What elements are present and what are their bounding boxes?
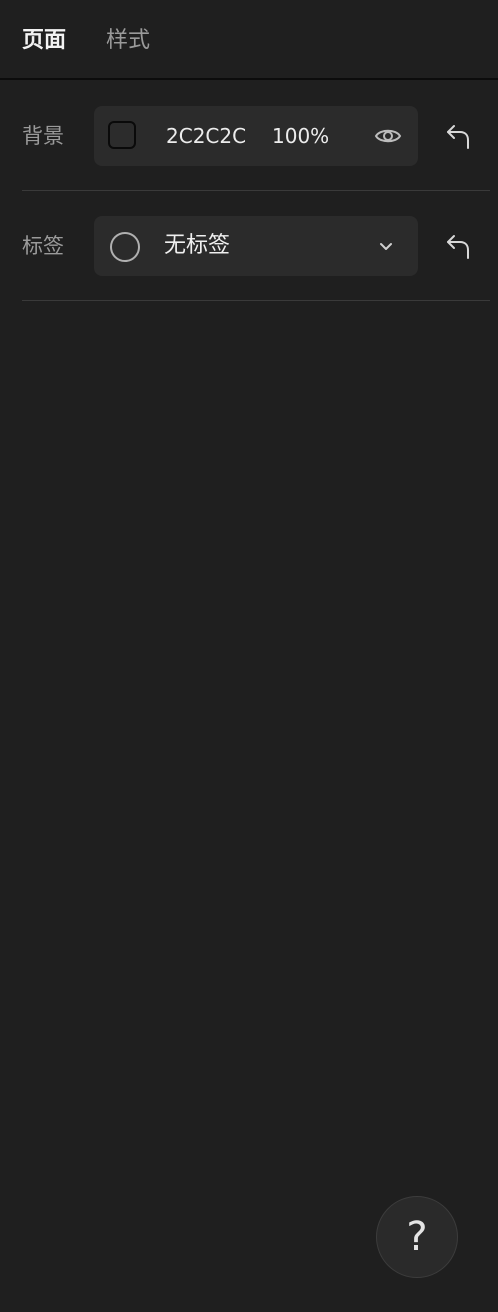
properties-panel: 页面 样式 背景 2C2C2C 100% 标签 无标签 ? [0, 0, 498, 1312]
background-color-field[interactable]: 2C2C2C 100% [94, 106, 418, 166]
background-label: 背景 [22, 124, 64, 148]
chevron-down-icon[interactable] [378, 238, 394, 254]
divider [22, 190, 490, 191]
opacity-input[interactable]: 100% [272, 106, 329, 166]
tag-row: 标签 无标签 [0, 216, 498, 326]
divider [22, 300, 490, 301]
color-hex-input[interactable]: 2C2C2C [166, 106, 260, 166]
tag-circle-icon [110, 232, 140, 262]
tag-label: 标签 [22, 234, 64, 258]
tag-value: 无标签 [164, 233, 231, 258]
tab-style[interactable]: 样式 [106, 26, 150, 56]
help-button[interactable]: ? [376, 1196, 458, 1278]
tag-reset-icon[interactable] [446, 232, 472, 260]
background-row: 背景 2C2C2C 100% [0, 106, 498, 216]
panel-tabs: 页面 样式 [0, 0, 498, 80]
tab-page[interactable]: 页面 [22, 26, 66, 56]
background-reset-icon[interactable] [446, 122, 472, 150]
tag-select[interactable]: 无标签 [94, 216, 418, 276]
color-swatch[interactable] [108, 121, 136, 149]
eye-icon[interactable] [374, 124, 402, 148]
